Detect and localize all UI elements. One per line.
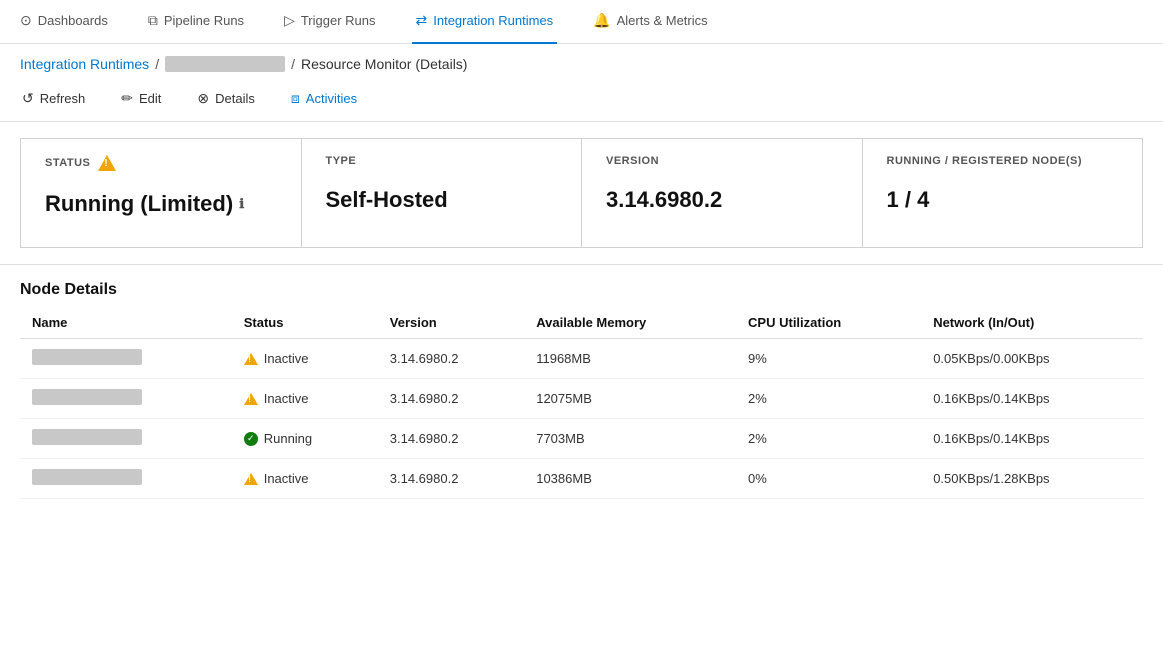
dashboards-icon: ⊙ [20, 12, 32, 29]
edit-button[interactable]: ✏ Edit [115, 86, 167, 111]
col-status: Status [232, 307, 378, 339]
col-network: Network (In/Out) [921, 307, 1143, 339]
status-card-label: STATUS [45, 155, 277, 171]
node-memory-cell: 7703MB [524, 419, 736, 459]
breadcrumb-link[interactable]: Integration Runtimes [20, 56, 149, 72]
node-name-redacted [32, 469, 142, 485]
details-icon: ⊗ [197, 90, 209, 107]
node-cpu-cell: 2% [736, 379, 921, 419]
node-name-cell [20, 419, 232, 459]
table-row: ✓ Running 3.14.6980.27703MB2%0.16KBps/0.14… [20, 419, 1143, 459]
node-name-cell [20, 459, 232, 499]
cards-row: STATUS Running (Limited) ℹ TYPE Self-Hos… [0, 122, 1163, 265]
nodes-card-label: RUNNING / REGISTERED NODE(S) [887, 155, 1119, 167]
alerts-metrics-icon: 🔔 [593, 12, 610, 29]
status-card-value: Running (Limited) ℹ [45, 191, 277, 217]
col-name: Name [20, 307, 232, 339]
status-info-icon[interactable]: ℹ [239, 196, 244, 212]
node-details-section: Node Details Name Status Version Availab… [0, 265, 1163, 499]
node-network-cell: 0.16KBps/0.14KBps [921, 419, 1143, 459]
col-version: Version [378, 307, 524, 339]
nav-item-dashboards[interactable]: ⊙ Dashboards [16, 0, 112, 44]
node-status-text: Inactive [264, 351, 309, 366]
node-details-title: Node Details [0, 265, 1163, 307]
activities-icon: ⧈ [291, 90, 300, 107]
node-status-text: Inactive [264, 391, 309, 406]
node-memory-cell: 11968MB [524, 339, 736, 379]
breadcrumb-current: Resource Monitor (Details) [301, 56, 468, 72]
warning-icon [244, 353, 258, 365]
table-row: Inactive 3.14.6980.212075MB2%0.16KBps/0.1… [20, 379, 1143, 419]
node-table: Name Status Version Available Memory CPU… [20, 307, 1143, 499]
breadcrumb-sep-2: / [291, 56, 295, 72]
type-card-label: TYPE [326, 155, 558, 167]
nav-item-pipeline-runs[interactable]: ⧉ Pipeline Runs [144, 0, 248, 44]
breadcrumb-sep-1: / [155, 56, 159, 72]
edit-icon: ✏ [121, 90, 133, 107]
node-memory-cell: 10386MB [524, 459, 736, 499]
col-cpu: CPU Utilization [736, 307, 921, 339]
trigger-runs-icon: ▷ [284, 12, 295, 29]
version-card-value: 3.14.6980.2 [606, 187, 838, 213]
details-button[interactable]: ⊗ Details [191, 86, 260, 111]
node-network-cell: 0.50KBps/1.28KBps [921, 459, 1143, 499]
refresh-icon: ↺ [22, 90, 34, 107]
status-card: STATUS Running (Limited) ℹ [20, 138, 302, 248]
type-card-value: Self-Hosted [326, 187, 558, 213]
node-name-cell [20, 339, 232, 379]
node-status-text: Inactive [264, 471, 309, 486]
node-cpu-cell: 0% [736, 459, 921, 499]
node-status-text: Running [264, 431, 312, 446]
node-network-cell: 0.05KBps/0.00KBps [921, 339, 1143, 379]
node-name-redacted [32, 429, 142, 445]
nodes-card: RUNNING / REGISTERED NODE(S) 1 / 4 [863, 138, 1144, 248]
running-icon: ✓ [244, 432, 258, 446]
node-memory-cell: 12075MB [524, 379, 736, 419]
node-status-cell: Inactive [232, 459, 378, 499]
table-wrap: Name Status Version Available Memory CPU… [0, 307, 1163, 499]
node-cpu-cell: 9% [736, 339, 921, 379]
nav-item-alerts-metrics[interactable]: 🔔 Alerts & Metrics [589, 0, 711, 44]
status-warning-icon [98, 155, 116, 171]
warning-icon [244, 473, 258, 485]
version-card: VERSION 3.14.6980.2 [582, 138, 863, 248]
node-version-cell: 3.14.6980.2 [378, 419, 524, 459]
node-version-cell: 3.14.6980.2 [378, 339, 524, 379]
refresh-button[interactable]: ↺ Refresh [16, 86, 91, 111]
nav-item-integration-runtimes[interactable]: ⇄ Integration Runtimes [412, 0, 558, 44]
warning-icon [244, 393, 258, 405]
nav-item-trigger-runs[interactable]: ▷ Trigger Runs [280, 0, 379, 44]
node-status-cell: Inactive [232, 339, 378, 379]
node-name-redacted [32, 349, 142, 365]
node-status-cell: Inactive [232, 379, 378, 419]
nodes-card-value: 1 / 4 [887, 187, 1119, 213]
table-header-row: Name Status Version Available Memory CPU… [20, 307, 1143, 339]
table-row: Inactive 3.14.6980.210386MB0%0.50KBps/1.2… [20, 459, 1143, 499]
node-name-redacted [32, 389, 142, 405]
table-row: Inactive 3.14.6980.211968MB9%0.05KBps/0.0… [20, 339, 1143, 379]
node-name-cell [20, 379, 232, 419]
top-nav: ⊙ Dashboards ⧉ Pipeline Runs ▷ Trigger R… [0, 0, 1163, 44]
activities-button[interactable]: ⧈ Activities [285, 86, 363, 111]
node-network-cell: 0.16KBps/0.14KBps [921, 379, 1143, 419]
toolbar: ↺ Refresh ✏ Edit ⊗ Details ⧈ Activities [0, 80, 1163, 122]
integration-runtimes-icon: ⇄ [416, 12, 428, 29]
version-card-label: VERSION [606, 155, 838, 167]
node-status-cell: ✓ Running [232, 419, 378, 459]
type-card: TYPE Self-Hosted [302, 138, 583, 248]
node-version-cell: 3.14.6980.2 [378, 459, 524, 499]
breadcrumb: Integration Runtimes / / Resource Monito… [0, 44, 1163, 80]
node-cpu-cell: 2% [736, 419, 921, 459]
breadcrumb-redacted [165, 56, 285, 72]
node-version-cell: 3.14.6980.2 [378, 379, 524, 419]
col-memory: Available Memory [524, 307, 736, 339]
pipeline-runs-icon: ⧉ [148, 12, 158, 29]
